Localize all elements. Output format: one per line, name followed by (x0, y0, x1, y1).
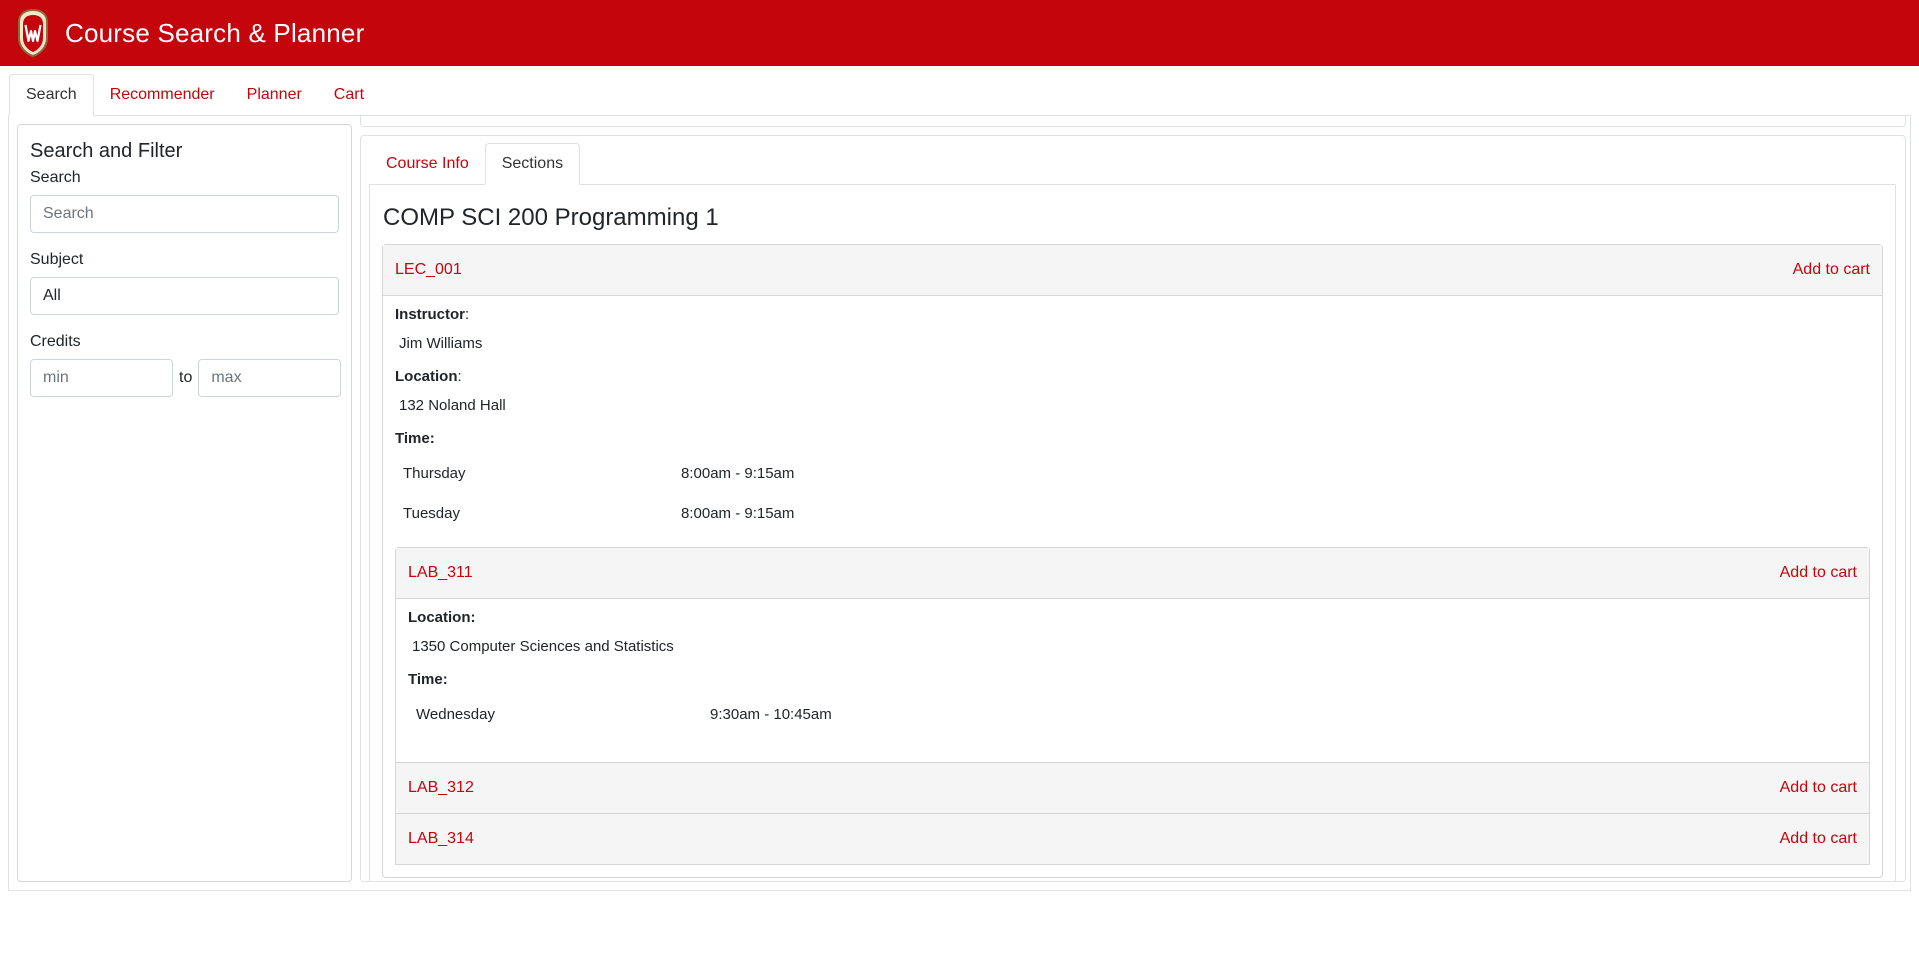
location-label: Location (395, 368, 458, 385)
lab-add-to-cart-button[interactable]: Add to cart (1780, 779, 1857, 797)
time-row: Wednesday 9:30am - 10:45am (408, 694, 1857, 734)
subject-selected-value: All (43, 287, 61, 304)
tab-sections[interactable]: Sections (484, 143, 581, 185)
time-day: Wednesday (416, 705, 495, 723)
lab-row: LAB_312 Add to cart (395, 763, 1870, 814)
lab-add-to-cart-button[interactable]: Add to cart (1780, 564, 1857, 582)
time-label: Time: (395, 430, 435, 447)
course-detail-tabs: Course Info Sections (370, 143, 581, 185)
lab-name-link[interactable]: LAB_314 (408, 830, 474, 848)
time-range: 9:30am - 10:45am (710, 705, 832, 723)
credits-min-input[interactable] (30, 359, 173, 397)
location-heading: Location: (395, 368, 1870, 385)
lab-header: LAB_311 Add to cart (396, 548, 1869, 599)
lab-time-label: Time: (408, 671, 448, 688)
lab-times: Wednesday 9:30am - 10:45am (408, 694, 1857, 734)
lab-location-label: Location: (408, 609, 476, 626)
lab-name-link[interactable]: LAB_311 (408, 564, 473, 582)
instructor-value: Jim Williams (399, 335, 483, 352)
subject-select[interactable]: All (30, 277, 339, 315)
lecture-add-to-cart-button[interactable]: Add to cart (1793, 261, 1870, 279)
course-title: COMP SCI 200 Programming 1 (383, 204, 719, 231)
lecture-name-link[interactable]: LEC_001 (395, 261, 462, 279)
location-value: 132 Noland Hall (399, 397, 506, 414)
subject-label: Subject (30, 251, 84, 268)
lecture-header: LEC_001 Add to cart (383, 245, 1882, 296)
lecture-card: LEC_001 Add to cart Instructor: Jim Will… (382, 244, 1883, 878)
instructor-colon: : (465, 306, 470, 323)
location-colon: : (457, 368, 462, 385)
course-detail-panel: Course Info Sections COMP SCI 200 Progra… (360, 135, 1906, 882)
lecture-body: Instructor: Jim Williams Location: 132 N… (383, 296, 1882, 877)
time-range: 8:00am - 9:15am (681, 464, 795, 482)
search-label: Search (30, 169, 81, 186)
tab-cart[interactable]: Cart (318, 74, 380, 116)
tab-search[interactable]: Search (9, 74, 94, 116)
time-row: Thursday 8:00am - 9:15am (395, 453, 1870, 493)
tab-course-info[interactable]: Course Info (370, 143, 485, 185)
lab-name-link[interactable]: LAB_312 (408, 779, 474, 797)
sections-pane: COMP SCI 200 Programming 1 LEC_001 Add t… (369, 184, 1896, 881)
lab-card: LAB_311 Add to cart Location: 1350 Compu… (395, 547, 1870, 763)
search-filter-panel: Search and Filter Search Subject All Cre… (17, 124, 352, 882)
lab-location-value: 1350 Computer Sciences and Statistics (412, 638, 674, 655)
credits-max-input[interactable] (198, 359, 342, 397)
collapsed-panel-edge (360, 115, 1906, 127)
tab-planner[interactable]: Planner (231, 74, 318, 116)
app-header: Course Search & Planner (0, 0, 1919, 66)
main-tabs: Search Recommender Planner Cart (9, 74, 380, 116)
time-day: Thursday (403, 464, 466, 482)
time-range: 8:00am - 9:15am (681, 504, 795, 522)
lab-row: LAB_314 Add to cart (395, 814, 1870, 865)
app-title: Course Search & Planner (65, 17, 365, 48)
time-row: Tuesday 8:00am - 9:15am (395, 493, 1870, 533)
credits-range: to (30, 359, 342, 397)
search-input[interactable] (30, 195, 339, 233)
lecture-times: Thursday 8:00am - 9:15am Tuesday 8:00am … (395, 453, 1870, 533)
tab-recommender[interactable]: Recommender (94, 74, 231, 116)
instructor-label: Instructor (395, 306, 466, 323)
credits-label: Credits (30, 333, 81, 350)
instructor-heading: Instructor: (395, 306, 1870, 323)
sidebar-title: Search and Filter (30, 140, 183, 162)
time-day: Tuesday (403, 504, 460, 522)
lab-add-to-cart-button[interactable]: Add to cart (1780, 830, 1857, 848)
credits-to-label: to (179, 369, 193, 386)
lab-body: Location: 1350 Computer Sciences and Sta… (396, 599, 1869, 762)
uw-crest-icon (18, 8, 48, 58)
